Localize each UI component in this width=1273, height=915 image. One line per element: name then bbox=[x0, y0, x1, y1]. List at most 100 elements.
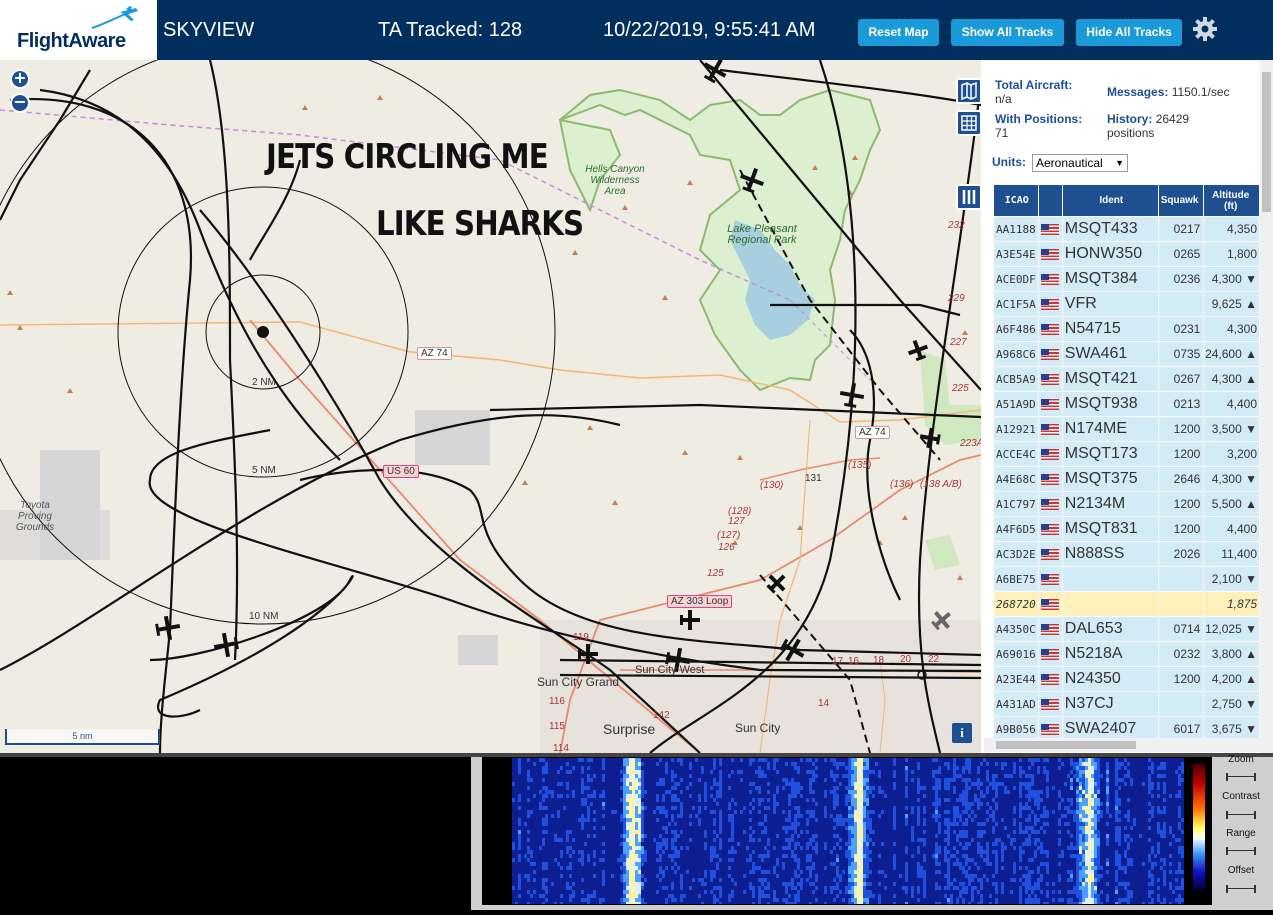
table-row[interactable]: ACB5A9 MSQT421 0267 4,300 ▲ bbox=[993, 366, 1260, 392]
table-row[interactable]: A51A9D MSQT938 0213 4,400 bbox=[993, 391, 1260, 417]
overlay-caption-line1: JETS CIRCLING ME bbox=[266, 137, 549, 177]
cell-squawk: 2026 bbox=[1157, 541, 1205, 567]
cell-altitude: 3,800 ▲ bbox=[1203, 641, 1260, 667]
road-number: 119 bbox=[573, 632, 589, 643]
cell-ident: N5218A bbox=[1061, 641, 1159, 667]
road-number: 20 bbox=[900, 654, 912, 665]
place-sun-city-west: Sun City West bbox=[635, 664, 705, 676]
cell-icao: A3E54E bbox=[993, 241, 1039, 267]
cell-flag bbox=[1037, 341, 1063, 367]
col-icao[interactable]: ICAO bbox=[993, 184, 1039, 217]
stat-value: 26429 bbox=[1155, 112, 1190, 126]
col-ident[interactable]: Ident bbox=[1061, 184, 1159, 217]
spectrum-pane: Zoom Contrast Range Offset bbox=[0, 753, 1273, 915]
cell-icao: A431AD bbox=[993, 691, 1039, 717]
road-number: (127) bbox=[717, 530, 741, 541]
zoom-in-button[interactable]: + bbox=[10, 69, 30, 89]
cell-altitude: 24,600 ▲ bbox=[1203, 341, 1260, 367]
cell-ident bbox=[1061, 591, 1159, 617]
road-number: 223A bbox=[960, 438, 981, 449]
cell-squawk: 1200 bbox=[1157, 516, 1205, 542]
grid-toggle-button[interactable] bbox=[956, 110, 981, 136]
table-row[interactable]: A431AD N37CJ 2,750 ▼ bbox=[993, 691, 1260, 717]
road-number: (130) bbox=[760, 480, 784, 491]
map-scale-bar: 5 nm bbox=[5, 729, 160, 745]
table-row[interactable]: A3E54E HONW350 0265 1,800 bbox=[993, 241, 1260, 267]
table-row[interactable]: A968C6 SWA461 0735 24,600 ▲ bbox=[993, 341, 1260, 367]
table-row[interactable]: AC1F5A VFR 9,625 ▲ bbox=[993, 291, 1260, 317]
units-select[interactable]: Aeronautical ▼ bbox=[1032, 154, 1128, 172]
stat-label: With Positions: bbox=[995, 112, 1083, 126]
table-row[interactable]: 268720 1,875 bbox=[993, 591, 1260, 617]
us-flag-icon bbox=[1041, 248, 1060, 260]
cell-flag bbox=[1037, 616, 1063, 642]
info-button[interactable]: i bbox=[952, 723, 972, 743]
cell-flag bbox=[1037, 591, 1063, 617]
table-row[interactable]: A4E68C MSQT375 2646 4,300 ▼ bbox=[993, 466, 1260, 492]
us-flag-icon bbox=[1041, 723, 1060, 735]
table-row[interactable]: A69016 N5218A 0232 3,800 ▲ bbox=[993, 641, 1260, 667]
map-icon bbox=[961, 81, 977, 101]
cell-squawk: 1200 bbox=[1157, 416, 1205, 442]
cell-icao: A1C797 bbox=[993, 491, 1039, 517]
table-row[interactable]: ACE0DF MSQT384 0236 4,300 ▼ bbox=[993, 266, 1260, 292]
gear-icon[interactable] bbox=[1190, 14, 1220, 44]
road-number: 16 bbox=[848, 656, 860, 667]
show-all-tracks-button[interactable]: Show All Tracks bbox=[951, 19, 1064, 46]
cell-ident: SWA461 bbox=[1061, 341, 1159, 367]
columns-toggle-button[interactable] bbox=[956, 184, 981, 210]
panel-vertical-scrollbar[interactable] bbox=[1260, 60, 1273, 753]
cell-ident: MSQT938 bbox=[1061, 391, 1159, 417]
cell-altitude: 5,500 ▲ bbox=[1203, 491, 1260, 517]
stat-label: History: bbox=[1107, 112, 1153, 126]
range-slider[interactable] bbox=[1226, 847, 1256, 855]
us-flag-icon bbox=[1041, 223, 1060, 235]
table-row[interactable]: A4F6D5 MSQT831 1200 4,400 bbox=[993, 516, 1260, 542]
road-number: 142 bbox=[653, 710, 670, 721]
road-number: (136) bbox=[890, 479, 914, 490]
scrollbar-thumb[interactable] bbox=[996, 741, 1136, 749]
cell-icao: A12921 bbox=[993, 416, 1039, 442]
panel-horizontal-scrollbar[interactable] bbox=[984, 738, 1260, 752]
stat-unit: positions bbox=[1107, 126, 1155, 140]
zoom-out-button[interactable]: − bbox=[10, 93, 30, 113]
map-layer-button[interactable] bbox=[956, 78, 981, 104]
cell-altitude: 4,300 ▼ bbox=[1203, 466, 1260, 492]
cell-squawk bbox=[1157, 291, 1205, 317]
map-canvas[interactable]: + − JETS CIRCLING ME LIKE SHARKS 2 NM 5 … bbox=[0, 60, 981, 753]
table-row[interactable]: A6BE75 2,100 ▼ bbox=[993, 566, 1260, 592]
road-number: 232 bbox=[948, 220, 965, 231]
cell-altitude: 3,200 bbox=[1203, 441, 1260, 467]
cell-altitude: 4,300 ▼ bbox=[1203, 266, 1260, 292]
offset-slider[interactable] bbox=[1226, 885, 1256, 893]
us-flag-icon bbox=[1041, 298, 1060, 310]
table-row[interactable]: A12921 N174ME 1200 3,500 ▼ bbox=[993, 416, 1260, 442]
park-label-hells-canyon: Hells Canyon Wilderness Area bbox=[585, 164, 645, 197]
table-row[interactable]: AA1188 MSQT433 0217 4,350 bbox=[993, 216, 1260, 242]
table-row[interactable]: ACCE4C MSQT173 1200 3,200 bbox=[993, 441, 1260, 467]
reset-map-button[interactable]: Reset Map bbox=[858, 19, 939, 46]
waterfall-display[interactable] bbox=[512, 758, 1184, 904]
col-flag[interactable] bbox=[1037, 184, 1063, 217]
contrast-slider[interactable] bbox=[1226, 811, 1256, 819]
cell-squawk: 0267 bbox=[1157, 366, 1205, 392]
table-row[interactable]: AC3D2E N888SS 2026 11,400 bbox=[993, 541, 1260, 567]
table-row[interactable]: A6F486 N54715 0231 4,300 bbox=[993, 316, 1260, 342]
cell-altitude: 2,750 ▼ bbox=[1203, 691, 1260, 717]
col-squawk[interactable]: Squawk bbox=[1157, 184, 1205, 217]
col-altitude[interactable]: Altitude (ft) bbox=[1203, 184, 1260, 217]
cell-icao: 268720 bbox=[993, 591, 1039, 617]
road-number: 114 bbox=[553, 743, 569, 753]
zoom-slider[interactable] bbox=[1226, 773, 1256, 781]
cell-altitude: 3,500 ▼ bbox=[1203, 416, 1260, 442]
table-row[interactable]: A23E44 N24350 1200 4,200 ▲ bbox=[993, 666, 1260, 692]
cell-icao: A51A9D bbox=[993, 391, 1039, 417]
flightaware-logo[interactable]: FlightAware bbox=[0, 0, 157, 60]
us-flag-icon bbox=[1041, 423, 1060, 435]
table-row[interactable]: A4350C DAL653 0714 12,025 ▼ bbox=[993, 616, 1260, 642]
scrollbar-thumb[interactable] bbox=[1262, 72, 1271, 212]
hide-all-tracks-button[interactable]: Hide All Tracks bbox=[1076, 19, 1182, 46]
table-row[interactable]: A1C797 N2134M 1200 5,500 ▲ bbox=[993, 491, 1260, 517]
cell-ident bbox=[1061, 566, 1159, 592]
cell-ident: MSQT433 bbox=[1061, 216, 1159, 242]
